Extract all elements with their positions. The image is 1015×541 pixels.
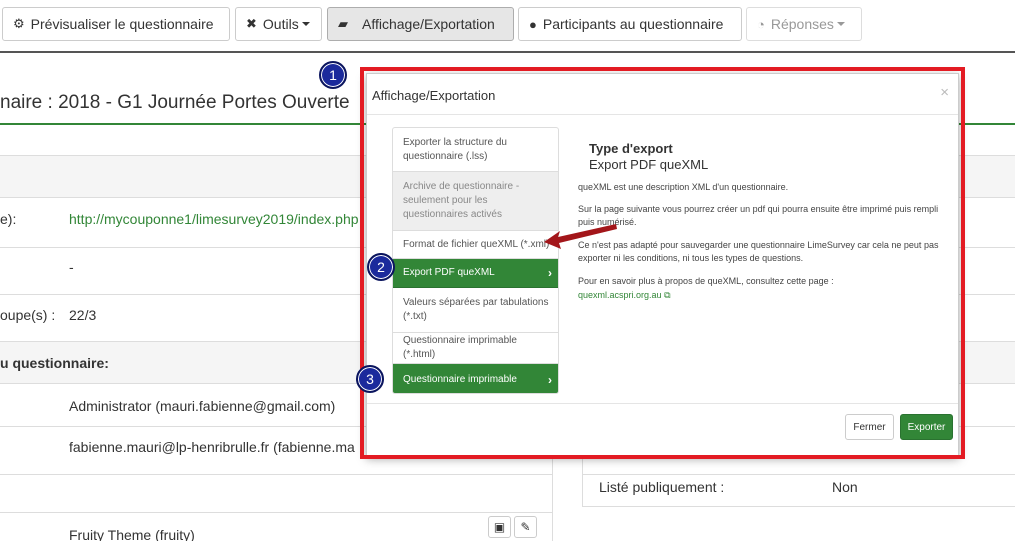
folder-open-icon: ▰ [338,16,348,31]
summary-row: Fruity Theme (fruity) ▣ ✎ [0,513,552,541]
row-label: oupe(s) : [0,307,56,323]
export-type-value: Export PDF queXML [589,157,709,172]
image-icon: ▣ [493,520,506,534]
list-item-label: Exporter la structure du questionnaire (… [403,136,507,162]
preview-survey-label: Prévisualiser le questionnaire [30,16,214,32]
row-value: - [69,259,74,275]
public-listing-value: Non [832,479,858,495]
description-text: Pour en savoir plus à propos de queXML, … [578,276,834,286]
tools-icon: ✖ [246,16,257,31]
display-export-button[interactable]: ▰ Affichage/Exportation [327,7,514,41]
public-listing-label: Listé publiquement : [599,479,725,495]
brush-icon: ✎ [520,520,531,534]
chevron-right-icon: › [548,372,552,387]
participants-label: Participants au questionnaire [542,16,724,32]
responses-dropdown-button[interactable]: ◔ Réponses [746,7,862,41]
step-marker-3: 3 [356,365,384,393]
row-value: fabienne.mauri@lp-henribrulle.fr (fabien… [69,439,355,455]
row-label: e): [0,211,17,227]
responses-label: Réponses [770,16,834,32]
modal-header-divider [367,114,958,115]
list-item-archive: Archive de questionnaire - seulement pou… [393,172,558,231]
user-icon: ● [529,16,537,32]
participants-button[interactable]: ● Participants au questionnaire [518,7,742,41]
theme-edit-button[interactable]: ✎ [514,516,537,538]
caret-down-icon [836,22,845,26]
preview-survey-button[interactable]: ⚙ Prévisualiser le questionnaire [2,7,230,41]
chevron-right-icon: › [548,266,552,280]
list-item-export-lss[interactable]: Exporter la structure du questionnaire (… [393,128,558,172]
description-text: Sur la page suivante vous pourrez créer … [578,204,939,227]
quexml-link[interactable]: quexml.acspri.org.au [578,290,662,300]
export-button[interactable]: Exporter [900,414,953,440]
tools-dropdown-button[interactable]: ✖ Outils [235,7,322,41]
close-button[interactable]: Fermer [845,414,894,440]
red-arrow-icon [544,224,617,249]
top-toolbar: ⚙ Prévisualiser le questionnaire ✖ Outil… [0,0,1015,50]
list-item-quexml-pdf[interactable]: Export PDF queXML › [393,259,558,288]
quexml-link-row: quexml.acspri.org.au ⧉ [578,289,948,302]
theme-preview-button[interactable]: ▣ [488,516,511,538]
section-title: u questionnaire: [0,355,109,371]
gear-icon: ⚙ [13,16,25,31]
list-item-label: Format de fichier queXML (*.xml) [403,238,550,250]
toolbar-divider [0,51,1015,53]
display-export-label: Affichage/Exportation [362,16,495,32]
list-item-printable[interactable]: Questionnaire imprimable › [393,364,558,393]
survey-url-link[interactable]: http://mycouponne1/limesurvey2019/index.… [69,211,359,227]
settings-row: Listé publiquement : Non [583,463,1015,508]
list-item-label: Questionnaire imprimable [403,373,517,385]
modal-title: Affichage/Exportation [372,88,496,103]
caret-down-icon [301,22,310,26]
step-marker-2: 2 [367,253,395,281]
list-item-label: Valeurs séparées par tabulations (*.txt) [403,297,549,322]
export-modal: Affichage/Exportation × Exporter la stru… [366,73,959,456]
list-item-label: Export PDF queXML [403,267,495,278]
modal-footer-divider [367,403,958,404]
export-type-list: Exporter la structure du questionnaire (… [392,127,559,394]
list-item-printable-html[interactable]: Questionnaire imprimable (*.html) [393,333,558,364]
list-item-quexml[interactable]: Format de fichier queXML (*.xml) [393,231,558,259]
tools-label: Outils [262,16,299,32]
description-text: Ce n'est pas adapté pour sauvegarder une… [578,240,939,263]
close-icon[interactable]: × [940,84,949,101]
responses-icon: ◔ [757,16,765,32]
list-item-label: Questionnaire imprimable (*.html) [403,335,517,360]
external-link-icon: ⧉ [664,290,671,300]
row-value: Administrator (mauri.fabienne@gmail.com) [69,398,336,414]
page-title: naire : 2018 - G1 Journée Portes Ouverte [0,92,350,113]
list-item-tab-separated[interactable]: Valeurs séparées par tabulations (*.txt) [393,288,558,333]
row-value: Fruity Theme (fruity) [69,527,195,541]
description-text: queXML est une description XML d'un ques… [578,182,789,192]
export-type-heading: Type d'export [589,141,673,156]
list-item-label: Archive de questionnaire - seulement pou… [403,181,520,220]
step-marker-1: 1 [319,61,347,89]
summary-row [0,475,552,513]
row-value: 22/3 [69,307,97,323]
